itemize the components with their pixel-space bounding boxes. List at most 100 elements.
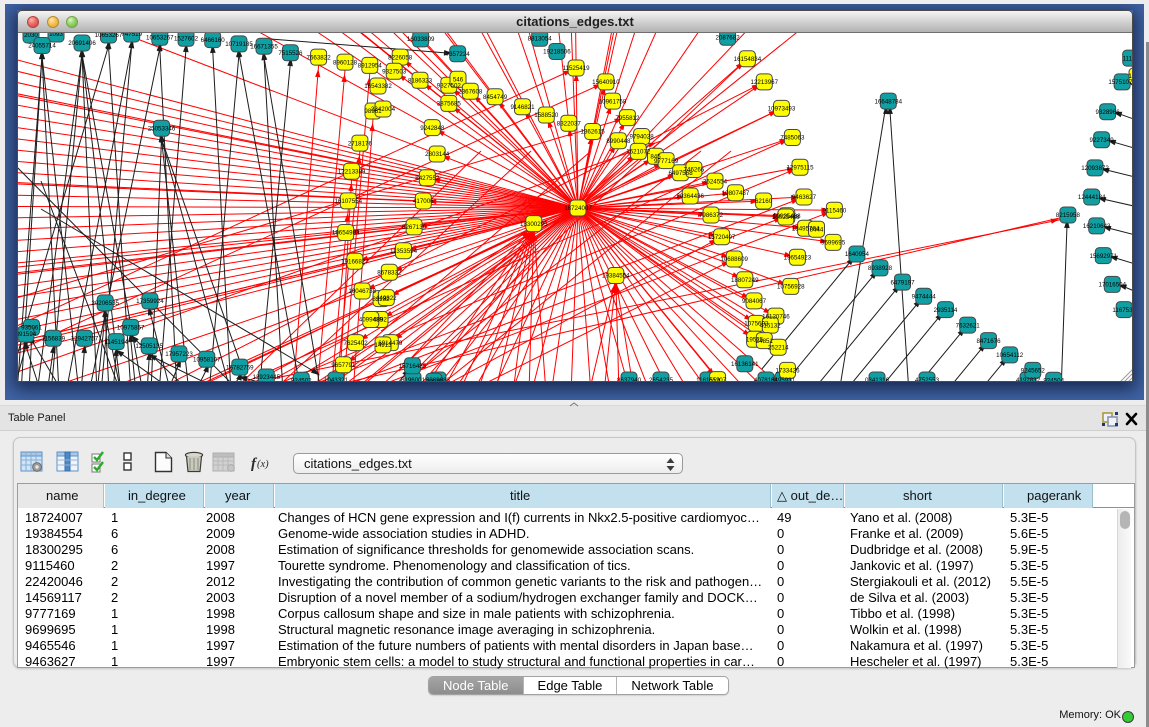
svg-text:1733426: 1733426 <box>775 368 800 375</box>
svg-text:3875685: 3875685 <box>437 101 462 108</box>
svg-text:19654983: 19654983 <box>332 230 360 237</box>
svg-text:12213389: 12213389 <box>338 168 366 175</box>
svg-text:18807249: 18807249 <box>731 277 759 284</box>
svg-text:10958107: 10958107 <box>193 356 221 363</box>
svg-text:14913: 14913 <box>374 342 392 349</box>
svg-text:15716485: 15716485 <box>399 363 427 370</box>
svg-text:12923445: 12923445 <box>253 374 281 381</box>
svg-text:10653267: 10653267 <box>146 35 174 42</box>
svg-text:15640910: 15640910 <box>592 79 620 86</box>
svg-text:9327503: 9327503 <box>382 69 407 76</box>
svg-text:62160: 62160 <box>755 198 773 205</box>
svg-text:10973493: 10973493 <box>768 106 796 113</box>
svg-text:86040: 86040 <box>425 379 443 383</box>
svg-text:11125: 11125 <box>1123 55 1133 62</box>
svg-text:3624554: 3624554 <box>703 178 728 185</box>
svg-text:10046738: 10046738 <box>348 288 376 295</box>
svg-text:7625402: 7625402 <box>344 340 369 347</box>
svg-text:7955812: 7955812 <box>615 115 640 122</box>
svg-text:7632621: 7632621 <box>956 322 981 329</box>
svg-text:10807487: 10807487 <box>722 190 750 197</box>
svg-text:546: 546 <box>453 77 464 84</box>
svg-text:10975857: 10975857 <box>117 325 145 332</box>
svg-text:7663822: 7663822 <box>307 54 332 61</box>
svg-text:11525419: 11525419 <box>563 65 591 72</box>
svg-text:18724007: 18724007 <box>564 205 592 212</box>
svg-text:1093: 1093 <box>49 33 63 38</box>
svg-text:12093872: 12093872 <box>1081 165 1109 172</box>
svg-text:1043321: 1043321 <box>324 377 349 382</box>
svg-text:2803144: 2803144 <box>425 151 450 158</box>
svg-text:12975115: 12975115 <box>786 164 814 171</box>
svg-text:391594: 391594 <box>18 331 37 338</box>
svg-text:8678332: 8678332 <box>377 269 402 276</box>
svg-text:16154834: 16154834 <box>734 56 762 63</box>
svg-text:1588520: 1588520 <box>534 112 559 119</box>
svg-text:4752553: 4752553 <box>915 377 940 382</box>
svg-text:9474444: 9474444 <box>912 294 937 301</box>
svg-text:2342004: 2342004 <box>371 106 396 113</box>
svg-text:19384554: 19384554 <box>602 273 630 280</box>
svg-text:8322037: 8322037 <box>557 120 582 127</box>
svg-text:1156839: 1156839 <box>41 336 65 343</box>
svg-text:252214: 252214 <box>768 344 789 351</box>
svg-text:9115460: 9115460 <box>823 207 847 214</box>
svg-text:8226058: 8226058 <box>388 54 413 61</box>
svg-text:8471676: 8471676 <box>976 338 1001 345</box>
svg-text:0341316: 0341316 <box>865 377 890 382</box>
svg-text:16648784: 16648784 <box>875 98 903 105</box>
svg-text:8196001: 8196001 <box>401 377 426 382</box>
svg-text:16671355: 16671355 <box>250 43 278 50</box>
svg-text:19218506: 19218506 <box>543 49 571 56</box>
svg-text:20206535: 20206535 <box>91 300 119 307</box>
svg-text:10654112: 10654112 <box>996 352 1024 359</box>
svg-text:9242848: 9242848 <box>420 125 445 132</box>
svg-text:16033809: 16033809 <box>407 36 435 43</box>
svg-text:8637940: 8637940 <box>617 377 642 382</box>
svg-text:415132: 415132 <box>760 322 781 329</box>
svg-text:10756928: 10756928 <box>777 284 805 291</box>
svg-text:19654923: 19654923 <box>784 255 812 262</box>
svg-text:11353594: 11353594 <box>390 248 418 255</box>
svg-text:61207: 61207 <box>709 377 727 382</box>
svg-text:12505135: 12505135 <box>135 343 163 350</box>
svg-text:16136141: 16136141 <box>731 361 759 368</box>
svg-text:2654235: 2654235 <box>649 377 674 382</box>
svg-text:1527602: 1527602 <box>174 36 199 43</box>
svg-text:15692971: 15692971 <box>1090 253 1118 260</box>
svg-text:8495931: 8495931 <box>771 377 796 382</box>
svg-text:9657791: 9657791 <box>331 362 356 369</box>
svg-text:8990448: 8990448 <box>606 138 631 145</box>
svg-text:15720407: 15720407 <box>708 234 736 241</box>
svg-text:17016504: 17016504 <box>1099 282 1127 289</box>
svg-text:1621072: 1621072 <box>626 149 651 156</box>
svg-text:9084067: 9084067 <box>742 298 767 305</box>
svg-text:747519: 747519 <box>121 33 142 38</box>
svg-text:12213967: 12213967 <box>751 79 779 86</box>
svg-text:8186323: 8186323 <box>408 78 433 85</box>
svg-text:8454749: 8454749 <box>483 94 508 101</box>
svg-text:2935114: 2935114 <box>934 307 958 314</box>
svg-text:16543382: 16543382 <box>364 83 392 90</box>
svg-text:9794028: 9794028 <box>630 134 655 141</box>
svg-text:746266: 746266 <box>684 167 705 174</box>
svg-text:7485063: 7485063 <box>780 135 805 142</box>
svg-text:924502: 924502 <box>291 378 312 383</box>
svg-text:8960128: 8960128 <box>333 59 358 66</box>
svg-text:16120746: 16120746 <box>762 313 790 320</box>
svg-text:16107554: 16107554 <box>335 198 363 205</box>
svg-text:(x): (x) <box>257 459 269 470</box>
svg-text:12942757: 12942757 <box>71 336 99 343</box>
svg-text:2718176: 2718176 <box>348 140 373 147</box>
svg-text:17957223: 17957223 <box>165 351 193 358</box>
svg-text:10961758: 10961758 <box>599 98 627 105</box>
svg-text:6466160: 6466160 <box>201 37 226 44</box>
svg-text:9699695: 9699695 <box>821 240 846 247</box>
svg-text:1145194: 1145194 <box>104 339 128 346</box>
svg-text:16782759: 16782759 <box>226 364 254 371</box>
svg-text:1167534: 1167534 <box>1112 307 1133 314</box>
svg-text:417006: 417006 <box>413 198 434 205</box>
svg-text:2087682: 2087682 <box>716 35 741 42</box>
svg-text:7986372: 7986372 <box>699 212 724 219</box>
svg-text:8444: 8444 <box>810 226 824 233</box>
